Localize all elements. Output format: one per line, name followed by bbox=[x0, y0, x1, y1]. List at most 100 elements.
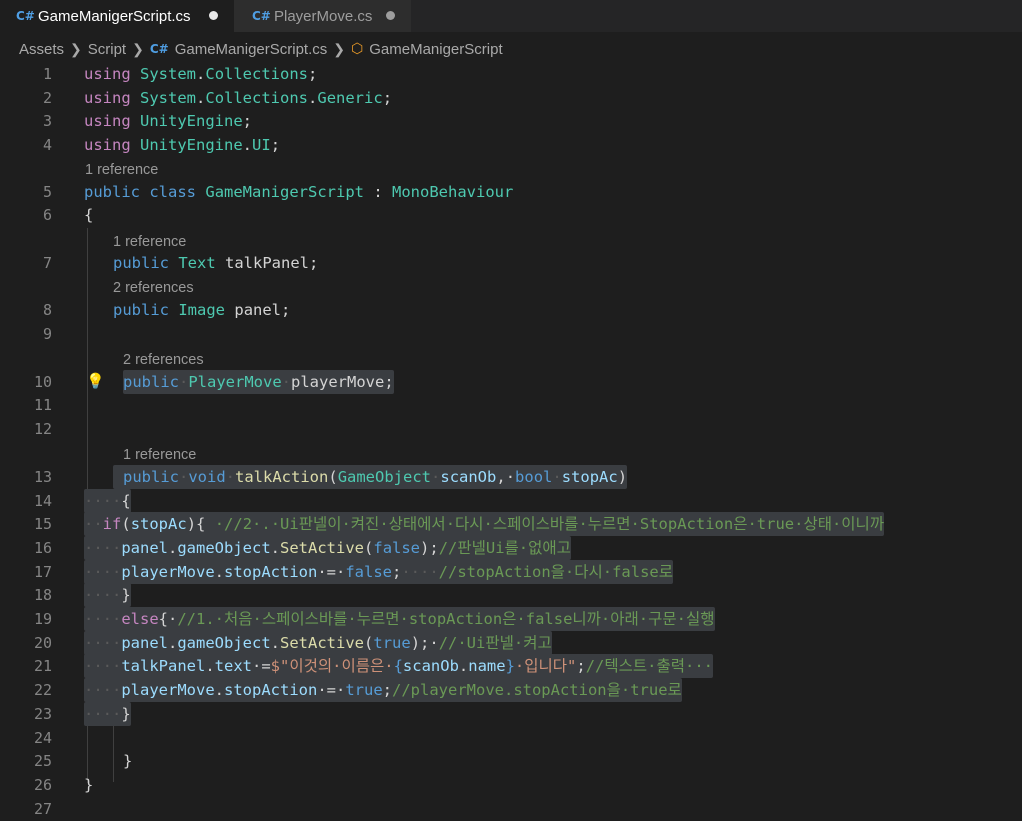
identifier: playerMove bbox=[121, 563, 215, 581]
codelens-references[interactable]: 2 references bbox=[113, 278, 194, 298]
code-line[interactable]: 17 ····playerMove.stopAction·=·false;···… bbox=[0, 560, 1022, 584]
line-number: 23 bbox=[33, 705, 52, 723]
code-line[interactable]: 19 ····else{·//1.·처음·스페이스바를·누르면·stopActi… bbox=[0, 607, 1022, 631]
breadcrumb: Assets ❯ Script ❯ C# GameManigerScript.c… bbox=[19, 38, 503, 60]
lightbulb-icon[interactable]: 💡 bbox=[86, 370, 105, 392]
codelens-references[interactable]: 1 reference bbox=[123, 445, 196, 465]
code-line[interactable]: 15 ··if(stopAc){ ·//2·.·Ui판넬이·켜진·상태에서·다시… bbox=[0, 512, 1022, 536]
tab-label: PlayerMove.cs bbox=[274, 7, 373, 25]
interpolation-brace: } bbox=[505, 657, 515, 675]
line-number: 19 bbox=[33, 610, 52, 628]
punct: {· bbox=[158, 610, 178, 628]
code-line[interactable]: 8 public Image panel; bbox=[0, 298, 1022, 322]
code-line[interactable]: 22 ····playerMove.stopAction·=·true;//pl… bbox=[0, 678, 1022, 702]
code-line[interactable]: 6 { bbox=[0, 203, 1022, 227]
line-number: 4 bbox=[42, 136, 52, 154]
namespace: UnityEngine bbox=[140, 136, 243, 154]
line-number: 24 bbox=[33, 729, 52, 747]
string: ·입니다" bbox=[514, 657, 577, 675]
line-number: 22 bbox=[33, 681, 52, 699]
code-line[interactable]: 13 public·void·talkAction(GameObject·sca… bbox=[0, 465, 1022, 489]
line-number: 9 bbox=[42, 325, 52, 343]
code-line[interactable]: 12 bbox=[0, 417, 1022, 441]
code-line[interactable]: 5 public class GameManigerScript : MonoB… bbox=[0, 180, 1022, 204]
line-number: 2 bbox=[42, 89, 52, 107]
code-line[interactable]: 14 ····{ bbox=[0, 489, 1022, 513]
whitespace: ···· bbox=[84, 610, 122, 628]
tab-playermove[interactable]: C# PlayerMove.cs bbox=[234, 0, 411, 32]
keyword: void bbox=[188, 468, 226, 486]
line-number: 21 bbox=[33, 657, 52, 675]
type: GameObject bbox=[337, 468, 432, 486]
unsaved-dot-icon[interactable] bbox=[386, 11, 395, 20]
punct: ( bbox=[364, 539, 374, 557]
code-line[interactable]: 10 💡 public·PlayerMove·playerMove; bbox=[0, 370, 1022, 394]
code-line[interactable]: 2 using System.Collections.Generic; bbox=[0, 86, 1022, 110]
chevron-right-icon: ❯ bbox=[333, 40, 345, 57]
code-line[interactable]: 21 ····talkPanel.text·=$"이것의·이름은·{scanOb… bbox=[0, 654, 1022, 678]
breadcrumb-item-assets[interactable]: Assets bbox=[19, 41, 64, 58]
code-line[interactable]: 3 using UnityEngine; bbox=[0, 109, 1022, 133]
keyword: true bbox=[345, 681, 383, 699]
line-number: 7 bbox=[42, 254, 52, 272]
whitespace: · bbox=[225, 468, 236, 486]
code-editor[interactable]: 1 using System.Collections; 2 using Syst… bbox=[0, 60, 1022, 818]
code-line[interactable]: 23 ····} bbox=[0, 702, 1022, 726]
code-line[interactable]: 25 } bbox=[0, 749, 1022, 773]
punct: );· bbox=[410, 634, 439, 652]
line-number: 20 bbox=[33, 634, 52, 652]
line-number: 5 bbox=[42, 183, 52, 201]
code-line[interactable]: 9 bbox=[0, 322, 1022, 346]
punct: ; bbox=[382, 89, 393, 107]
breadcrumb-item-script[interactable]: Script bbox=[88, 41, 126, 58]
codelens-references[interactable]: 1 reference bbox=[85, 160, 158, 180]
punct: ( bbox=[364, 634, 374, 652]
punct: ,· bbox=[496, 468, 516, 486]
punct: { bbox=[84, 206, 94, 224]
code-line[interactable]: 4 using UnityEngine.UI; bbox=[0, 133, 1022, 157]
identifier: talkPanel bbox=[121, 657, 206, 675]
identifier: talkPanel; bbox=[225, 254, 319, 272]
codelens-references[interactable]: 2 references bbox=[123, 350, 204, 370]
code-line[interactable]: 11 bbox=[0, 393, 1022, 417]
code-line[interactable]: 7 public Text talkPanel; bbox=[0, 251, 1022, 275]
code-line[interactable]: 20 ····panel.gameObject.SetActive(true);… bbox=[0, 631, 1022, 655]
comment: //playerMove.stopAction을·true로 bbox=[392, 681, 682, 699]
interpolation-brace: { bbox=[393, 657, 403, 675]
type: PlayerMove bbox=[188, 373, 282, 391]
code-line[interactable]: 24 bbox=[0, 726, 1022, 750]
breadcrumb-item-file[interactable]: GameManigerScript.cs bbox=[175, 41, 328, 58]
tab-gamemanigerscript[interactable]: C# GameManigerScript.cs bbox=[0, 0, 234, 32]
code-line[interactable]: 26 } bbox=[0, 773, 1022, 797]
whitespace: ···· bbox=[401, 563, 439, 581]
identifier: stopAc bbox=[130, 515, 187, 533]
whitespace: ···· bbox=[84, 634, 122, 652]
type: MonoBehaviour bbox=[392, 183, 514, 201]
codelens-references[interactable]: 1 reference bbox=[113, 232, 186, 252]
code-line[interactable]: 16 ····panel.gameObject.SetActive(false)… bbox=[0, 536, 1022, 560]
class-symbol-icon: ⬡ bbox=[351, 41, 364, 57]
keyword: class bbox=[149, 183, 197, 201]
method-name: talkAction bbox=[235, 468, 329, 486]
punct: ; bbox=[242, 112, 253, 130]
namespace: System bbox=[140, 65, 197, 83]
punct: . bbox=[205, 657, 215, 675]
code-line[interactable]: 18 ····} bbox=[0, 583, 1022, 607]
breadcrumb-item-class[interactable]: GameManigerScript bbox=[369, 41, 502, 58]
method-name: SetActive bbox=[280, 539, 365, 557]
unsaved-dot-icon[interactable] bbox=[209, 11, 218, 20]
whitespace: ·· bbox=[84, 515, 103, 533]
code-line[interactable]: 1 using System.Collections; bbox=[0, 62, 1022, 86]
code-line[interactable]: 27 bbox=[0, 797, 1022, 821]
keyword: using bbox=[84, 89, 131, 107]
tab-bar: C# GameManigerScript.cs C# PlayerMove.cs bbox=[0, 0, 1022, 32]
line-number: 1 bbox=[42, 65, 52, 83]
punct: ){ bbox=[186, 515, 206, 533]
whitespace: · bbox=[179, 373, 189, 391]
line-number: 27 bbox=[33, 800, 52, 818]
whitespace: · bbox=[179, 468, 189, 486]
line-number: 8 bbox=[42, 301, 52, 319]
